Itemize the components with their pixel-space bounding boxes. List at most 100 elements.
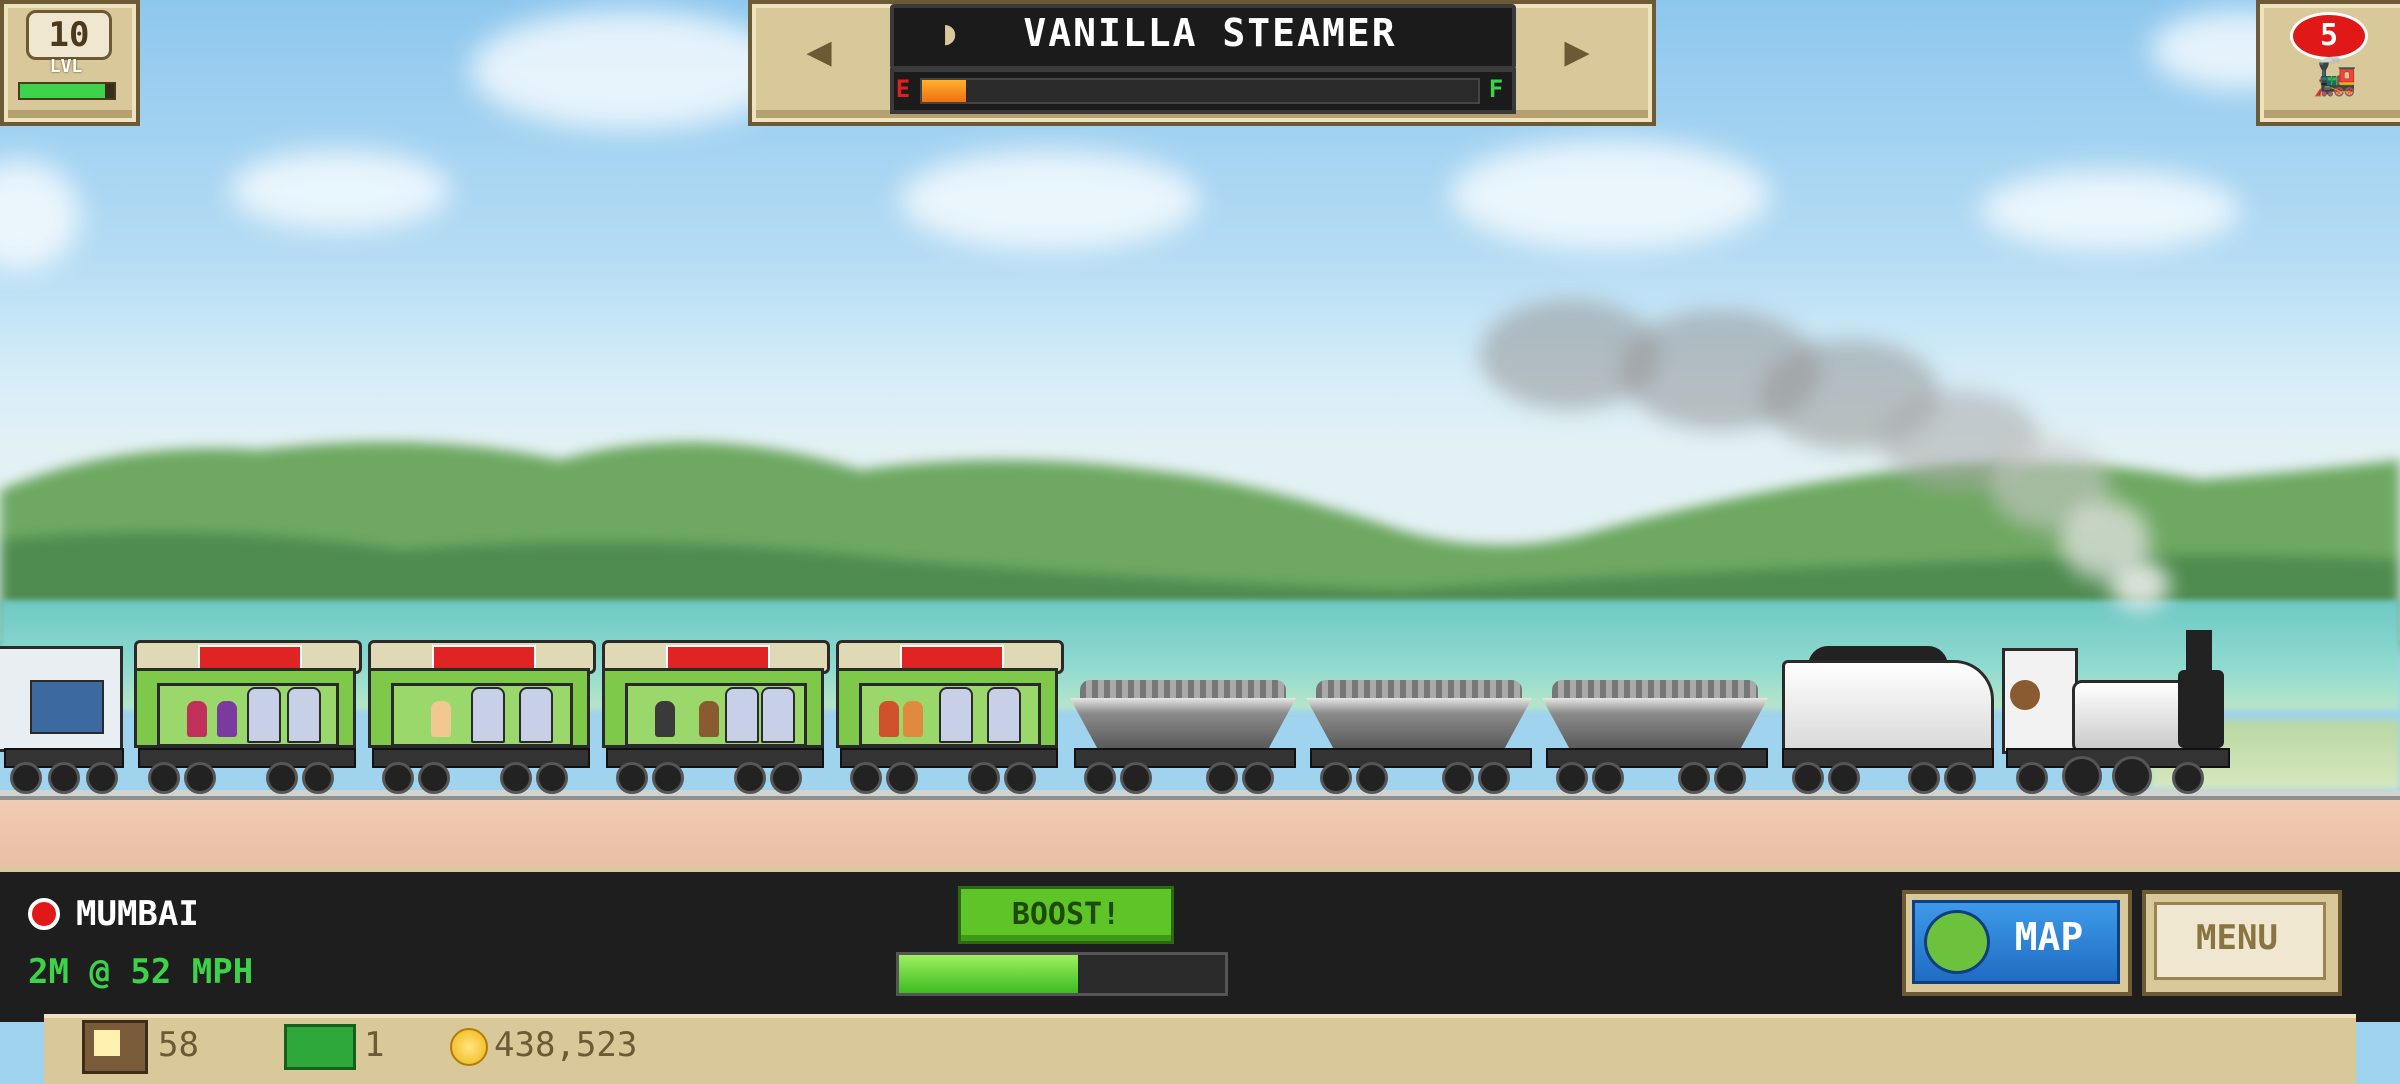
train-car-hopper[interactable]	[1306, 640, 1532, 794]
wheel-icon	[968, 762, 1000, 794]
wheel-icon	[382, 762, 414, 794]
wheel-icon	[500, 762, 532, 794]
wheel-icon	[1828, 762, 1860, 794]
hopper-load	[1552, 680, 1758, 700]
wheel-icon	[536, 762, 568, 794]
wheel-icon	[1908, 762, 1940, 794]
train-car-hopper[interactable]	[1542, 640, 1768, 794]
wheel-icon	[10, 762, 42, 794]
railway-track	[0, 790, 2400, 870]
locomotive-smokebox	[2178, 670, 2224, 748]
wheel-icon	[1120, 762, 1152, 794]
slot-machine-icon	[761, 687, 795, 743]
wheel-icon	[2172, 762, 2204, 794]
train-car-passenger[interactable]	[134, 640, 362, 794]
train-car-passenger[interactable]	[368, 640, 596, 794]
fuel-full-label: F	[1488, 75, 1504, 103]
passenger-figure	[655, 701, 675, 737]
car-body	[134, 668, 356, 748]
boost-button[interactable]: BOOST!	[958, 886, 1174, 944]
hopper-load	[1316, 680, 1522, 700]
wheel-icon	[86, 762, 118, 794]
hopper-body	[1306, 698, 1532, 748]
station-name: MUMBAI	[76, 894, 199, 934]
xp-progress-fill	[20, 84, 105, 98]
slot-machine-icon	[519, 687, 553, 743]
wheel-icon	[1084, 762, 1116, 794]
caboose-window	[30, 680, 104, 734]
train-car-passenger[interactable]	[602, 640, 830, 794]
passenger-figure	[217, 701, 237, 737]
train-name: VANILLA STEAMER	[1023, 11, 1397, 55]
wheel-icon	[1242, 762, 1274, 794]
train-tender[interactable]	[1778, 640, 1994, 794]
slot-machine-icon	[471, 687, 505, 743]
distance-speed: 2M @ 52 MPH	[28, 952, 254, 992]
cash-count: 1	[364, 1025, 385, 1065]
slot-machine-icon	[287, 687, 321, 743]
smoke-puff	[2110, 560, 2170, 610]
cloud	[1450, 140, 1770, 250]
passenger-figure	[903, 701, 923, 737]
wheel-icon	[1442, 762, 1474, 794]
crate-icon-face	[94, 1030, 120, 1056]
wheel-icon	[652, 762, 684, 794]
coin-icon	[450, 1028, 488, 1066]
slot-machine-icon	[725, 687, 759, 743]
car-body	[368, 668, 590, 748]
next-train-button[interactable]: ▶	[1514, 6, 1640, 96]
car-body	[836, 668, 1058, 748]
wheel-icon	[2062, 756, 2102, 796]
cloud	[230, 150, 450, 230]
fuel-track	[920, 78, 1480, 104]
next-train-arrow-icon: ▶	[1564, 26, 1590, 75]
wheel-icon	[1944, 762, 1976, 794]
wheel-icon	[1678, 762, 1710, 794]
train-car-caboose[interactable]	[0, 640, 124, 794]
wheel-icon	[1206, 762, 1238, 794]
level-label: LVL	[49, 56, 83, 77]
passenger-figure	[431, 701, 451, 737]
train-car-passenger[interactable]	[836, 640, 1064, 794]
wheel-icon	[1792, 762, 1824, 794]
boost-meter	[896, 952, 1228, 996]
fuel-empty-label: E	[895, 75, 911, 103]
prev-train-button[interactable]: ◀	[756, 6, 882, 96]
coin-count: 438,523	[494, 1025, 638, 1065]
cloud	[1980, 170, 2240, 250]
boost-fill	[899, 955, 1079, 993]
car-body	[602, 668, 824, 748]
train-locomotive[interactable]	[2002, 630, 2230, 796]
hopper-load	[1080, 680, 1286, 700]
train-car-hopper[interactable]	[1070, 640, 1296, 794]
slot-machine-icon	[987, 687, 1021, 743]
wheel-icon	[302, 762, 334, 794]
wheel-icon	[1592, 762, 1624, 794]
crate-count: 58	[158, 1025, 199, 1065]
hopper-body	[1070, 698, 1296, 748]
smokestack	[2186, 630, 2212, 674]
wheel-icon	[1478, 762, 1510, 794]
hopper-body	[1542, 698, 1768, 748]
wheel-icon	[1320, 762, 1352, 794]
passenger-figure	[187, 701, 207, 737]
wheel-icon	[616, 762, 648, 794]
cloud	[900, 150, 1200, 250]
train-count-badge: 5	[2290, 12, 2368, 60]
driver-figure	[2010, 680, 2040, 710]
train-icon: ◗	[940, 13, 961, 53]
slot-machine-icon	[939, 687, 973, 743]
wheel-icon	[2112, 756, 2152, 796]
wheel-icon	[850, 762, 882, 794]
wheel-icon	[886, 762, 918, 794]
slot-machine-icon	[247, 687, 281, 743]
fuel-fill	[922, 80, 967, 102]
map-button-label: MAP	[2014, 915, 2084, 959]
tender-body	[1782, 660, 1994, 754]
wheel-icon	[48, 762, 80, 794]
wheel-icon	[418, 762, 450, 794]
wheel-icon	[1356, 762, 1388, 794]
xp-progress-bar	[18, 82, 116, 100]
wheel-icon	[148, 762, 180, 794]
wheel-icon	[1004, 762, 1036, 794]
